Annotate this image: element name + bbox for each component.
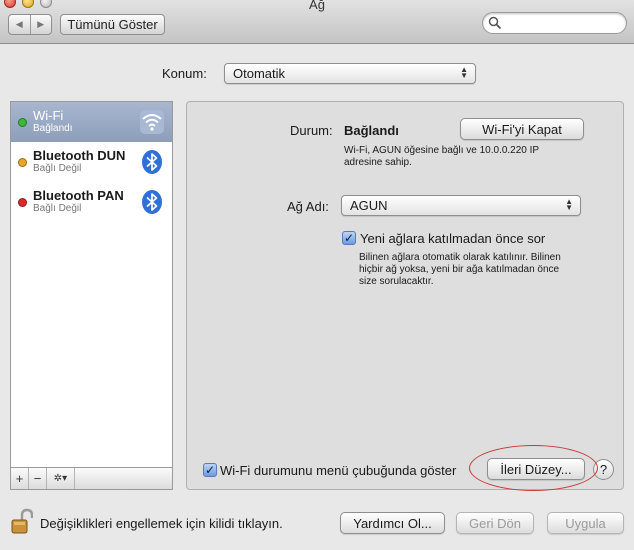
annotation-circle xyxy=(469,445,598,491)
network-name-value: AGUN xyxy=(350,198,388,213)
location-value: Otomatik xyxy=(233,66,286,81)
status-label: Durum: xyxy=(290,123,333,138)
ask-to-join-description-line-1: Bilinen ağlara otomatik olarak katılınır… xyxy=(359,252,561,263)
status-dot xyxy=(18,198,27,207)
show-all-button[interactable]: Tümünü Göster xyxy=(60,14,165,35)
wifi-icon xyxy=(140,110,164,134)
network-name-label: Ağ Adı: xyxy=(287,199,329,214)
search-field[interactable] xyxy=(482,12,627,34)
ask-to-join-label: Yeni ağlara katılmadan önce sor xyxy=(360,231,546,246)
gear-menu-button[interactable]: ✲▾ xyxy=(47,468,75,489)
show-in-menubar-checkbox[interactable]: ✓ xyxy=(203,463,217,477)
updown-arrows-icon: ▲ ▼ xyxy=(565,197,573,212)
add-service-button[interactable]: + xyxy=(11,468,29,489)
updown-arrows-icon: ▲ ▼ xyxy=(460,65,468,80)
bluetooth-icon xyxy=(142,190,162,214)
bluetooth-icon xyxy=(142,150,162,174)
remove-service-button[interactable]: − xyxy=(29,468,47,489)
back-button[interactable]: ◀ xyxy=(9,15,30,34)
ask-to-join-description-line-2: hiçbir ağ yoksa, yeni bir ağa katılmadan… xyxy=(359,264,560,275)
nav-buttons: ◀ ▶ xyxy=(8,14,52,35)
status-value: Bağlandı xyxy=(344,123,399,138)
assist-me-button[interactable]: Yardımcı Ol... xyxy=(340,512,445,534)
service-list: Wi-Fi Bağlandı Bluetooth DUN Bağlı Değil… xyxy=(10,101,173,468)
settings-panel: Durum: Bağlandı Wi-Fi'yi Kapat Wi-Fi, AG… xyxy=(186,101,624,490)
forward-button[interactable]: ▶ xyxy=(29,15,52,34)
service-item-wifi[interactable]: Wi-Fi Bağlandı xyxy=(11,102,172,142)
service-list-toolbar: + − ✲▾ xyxy=(10,468,173,490)
window-titlebar: Ağ ◀ ▶ Tümünü Göster xyxy=(0,0,634,44)
location-label: Konum: xyxy=(162,66,207,81)
turn-off-wifi-button[interactable]: Wi-Fi'yi Kapat xyxy=(460,118,584,140)
status-description-line-2: adresine sahip. xyxy=(344,157,412,168)
ask-to-join-checkbox[interactable]: ✓ xyxy=(342,231,356,245)
location-popup[interactable]: Otomatik ▲ ▼ xyxy=(224,63,476,84)
service-item-bluetooth-pan[interactable]: Bluetooth PAN Bağlı Değil xyxy=(11,182,172,222)
status-dot xyxy=(18,158,27,167)
ask-to-join-description-line-3: size sorulacaktır. xyxy=(359,276,434,287)
apply-button[interactable]: Uygula xyxy=(547,512,624,534)
status-description-line-1: Wi-Fi, AGUN öğesine bağlı ve 10.0.0.220 … xyxy=(344,145,540,156)
lock-message: Değişiklikleri engellemek için kilidi tı… xyxy=(40,516,283,531)
service-item-bluetooth-dun[interactable]: Bluetooth DUN Bağlı Değil xyxy=(11,142,172,182)
window-title: Ağ xyxy=(309,0,325,12)
network-name-popup[interactable]: AGUN ▲ ▼ xyxy=(341,195,581,216)
lock-icon[interactable] xyxy=(11,508,33,534)
revert-button[interactable]: Geri Dön xyxy=(456,512,534,534)
show-in-menubar-label: Wi-Fi durumunu menü çubuğunda göster xyxy=(220,463,457,478)
status-dot xyxy=(18,118,27,127)
search-icon xyxy=(488,16,502,30)
